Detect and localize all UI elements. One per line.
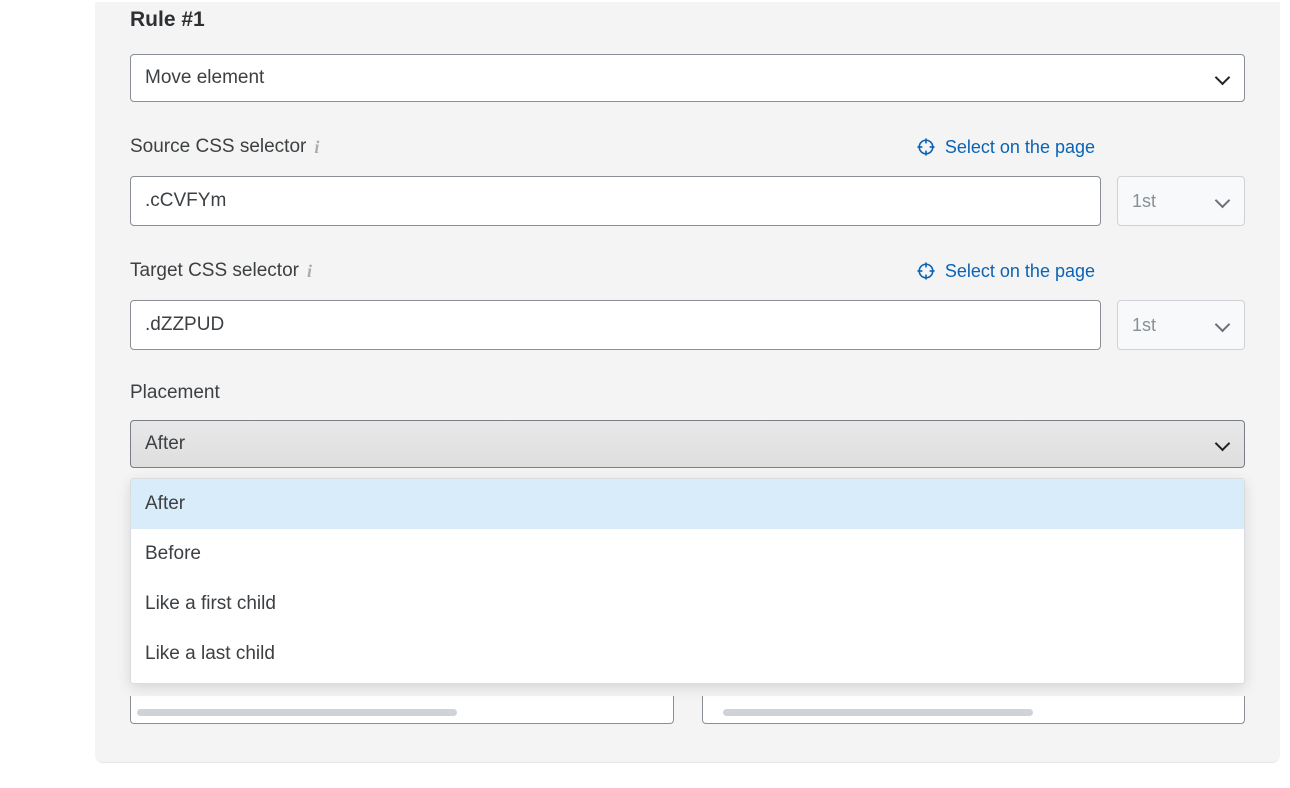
placement-option-last-child[interactable]: Like a last child (131, 629, 1244, 679)
target-selector-input[interactable] (130, 300, 1101, 350)
source-selector-input[interactable] (130, 176, 1101, 226)
chevron-down-icon (1216, 437, 1230, 451)
target-icon (917, 138, 935, 156)
placement-option-before[interactable]: Before (131, 529, 1244, 579)
bottom-frames (130, 696, 1245, 724)
target-ordinal-value: 1st (1132, 315, 1156, 336)
source-ordinal-value: 1st (1132, 191, 1156, 212)
placement-select[interactable]: After After Before Like a first child Li… (130, 420, 1245, 468)
placement-selected-value: After (145, 433, 185, 455)
target-icon (917, 262, 935, 280)
placement-dropdown: After Before Like a first child Like a l… (130, 478, 1245, 684)
rule-action-select[interactable]: Move element (130, 54, 1245, 102)
scrollbar-thumb[interactable] (137, 709, 457, 716)
code-frame-right (702, 696, 1246, 724)
chevron-down-icon (1216, 194, 1230, 208)
source-select-on-page-link[interactable]: Select on the page (917, 137, 1245, 158)
placement-option-after[interactable]: After (131, 479, 1244, 529)
chevron-down-icon (1216, 71, 1230, 85)
placement-option-first-child[interactable]: Like a first child (131, 579, 1244, 629)
target-selector-label: Target CSS selector (130, 260, 299, 282)
chevron-down-icon (1216, 318, 1230, 332)
scrollbar-thumb[interactable] (723, 709, 1033, 716)
code-frame-left (130, 696, 674, 724)
source-selector-label: Source CSS selector (130, 136, 306, 158)
rule-panel: Rule #1 Move element Source CSS selector… (95, 2, 1280, 763)
source-ordinal-select[interactable]: 1st (1117, 176, 1245, 226)
rule-action-value: Move element (145, 67, 264, 89)
info-icon[interactable]: i (307, 261, 312, 282)
target-select-link-text: Select on the page (945, 261, 1095, 282)
info-icon[interactable]: i (314, 137, 319, 158)
target-select-on-page-link[interactable]: Select on the page (917, 261, 1245, 282)
source-select-link-text: Select on the page (945, 137, 1095, 158)
placement-label: Placement (130, 382, 1245, 404)
rule-title: Rule #1 (130, 2, 1245, 32)
target-ordinal-select[interactable]: 1st (1117, 300, 1245, 350)
